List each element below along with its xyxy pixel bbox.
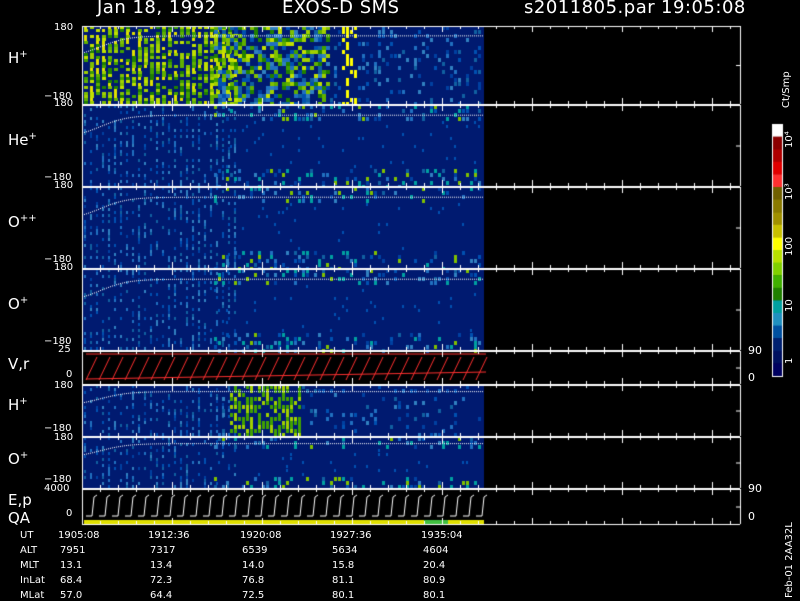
colorbar-label: 100 (784, 236, 795, 256)
footer-value: 1912:36 (148, 530, 190, 541)
footer-value: 6539 (242, 545, 268, 556)
header-time: 19:05:08 (661, 0, 746, 18)
footer-value: 4604 (423, 545, 449, 556)
right-tick-bottom: 0 (748, 510, 755, 523)
footer-value: 57.0 (60, 590, 83, 601)
footer-value: 81.1 (332, 575, 355, 586)
footer-value: 1927:36 (330, 530, 372, 541)
colorbar-unit: Ct/Smp (781, 71, 792, 108)
footer-value: 68.4 (60, 575, 83, 586)
colorbar-label: 10⁴ (784, 131, 795, 148)
y-tick-top: 180 (54, 98, 74, 109)
y-tick-top: 180 (54, 432, 74, 443)
footer-value: 64.4 (150, 590, 173, 601)
y-tick-top: 4000 (44, 483, 70, 494)
footer-value: 1905:08 (58, 530, 100, 541)
footer-value: 7317 (150, 545, 176, 556)
footer-value: 5634 (332, 545, 358, 556)
footer-value: 80.1 (332, 590, 355, 601)
footer-value: 1935:04 (421, 530, 463, 541)
colorbar-label: 1 (784, 357, 795, 364)
y-tick-top: 180 (54, 262, 74, 273)
footer-value: 15.8 (332, 560, 355, 571)
plot-code: Feb-01 2AA32L (784, 522, 795, 598)
right-tick-top: 90 (748, 482, 762, 495)
footer-value: 13.4 (150, 560, 173, 571)
panel-label-h-plus-2: H+ (8, 396, 28, 414)
footer-value: 7951 (60, 545, 86, 556)
header-file: s2011805.par (524, 0, 656, 18)
panel-label-o-plus-2: O+ (8, 450, 29, 468)
colorbar-label: 10³ (784, 183, 795, 200)
footer-value: 14.0 (242, 560, 265, 571)
panel-label-o-plus: O+ (8, 295, 29, 313)
y-tick-bottom: 0 (66, 369, 73, 380)
right-tick-bottom: 0 (748, 371, 755, 384)
footer-value: 72.3 (150, 575, 173, 586)
footer-value: 76.8 (242, 575, 265, 586)
footer-row-label: MLT (20, 560, 39, 571)
footer-value: 80.1 (423, 590, 446, 601)
panel-label-qa: QA (8, 509, 31, 527)
spectrogram-canvas (0, 0, 800, 600)
header-instrument: EXOS-D SMS (282, 0, 400, 18)
colorbar-label: 10 (784, 299, 795, 312)
footer-value: 72.5 (242, 590, 265, 601)
panel-label-h-plus: H+ (8, 49, 28, 67)
footer-row-label: InLat (20, 575, 45, 586)
footer-value: 80.9 (423, 575, 446, 586)
panel-label-he-plus: He+ (8, 131, 37, 149)
footer-row-label: ALT (20, 545, 38, 556)
y-tick-top: 25 (58, 344, 71, 355)
y-tick-bottom: 0 (66, 508, 73, 519)
y-tick-top: 180 (54, 22, 74, 33)
panel-label-o-plusplus: O++ (8, 213, 37, 231)
y-tick-top: 180 (54, 380, 74, 391)
footer-value: 1920:08 (240, 530, 282, 541)
footer-row-label: MLat (20, 590, 45, 601)
right-tick-top: 90 (748, 344, 762, 357)
header-date: Jan 18, 1992 (97, 0, 217, 18)
y-tick-top: 180 (54, 180, 74, 191)
footer-row-label: UT (20, 530, 34, 541)
footer-value: 20.4 (423, 560, 446, 571)
panel-label-ep: E,p (8, 491, 32, 509)
panel-label-vr: V,r (8, 355, 30, 373)
footer-value: 13.1 (60, 560, 83, 571)
